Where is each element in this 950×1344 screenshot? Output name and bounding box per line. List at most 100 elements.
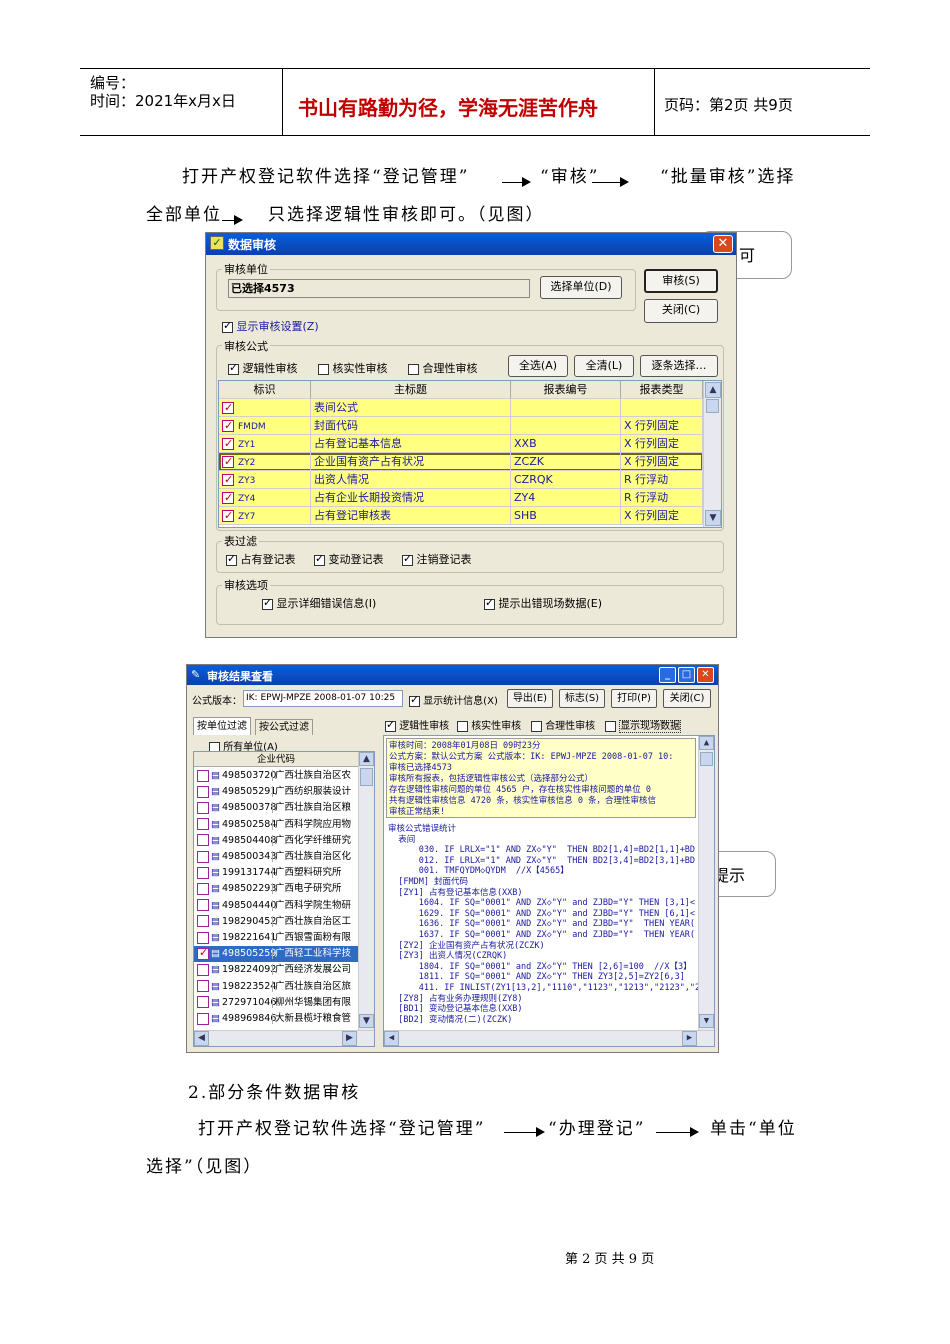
row-checkbox[interactable] [222,399,234,416]
row-checkbox[interactable] [222,489,234,506]
r-logic-row[interactable]: 逻辑性审核 [385,717,449,732]
log-scroll-down-icon[interactable]: ▼ [699,1014,714,1028]
list-item[interactable]: ▤ 498504408广西化学纤维研究 [194,833,358,849]
scroll-thumb[interactable] [706,399,719,413]
show-settings-checkbox[interactable] [222,319,233,333]
unit-checkbox[interactable] [197,818,209,831]
r-logic-checkbox[interactable] [385,718,396,732]
list-item[interactable]: ▤ 198221641广西银雪面粉有限 [194,930,358,946]
opt-detail-checkbox[interactable] [262,596,273,610]
unit-checkbox[interactable] [197,850,209,863]
table-row[interactable]: ZY1 占有登记基本信息XXBX 行列固定 [219,435,703,453]
unit-checkbox[interactable] [197,931,209,944]
show-settings-row[interactable]: 显示审核设置(Z) [222,318,319,334]
select-all-button[interactable]: 全选(A) [508,355,568,377]
opt-detail-row[interactable]: 显示详细错误信息(I) [262,595,376,611]
unit-checkbox[interactable] [197,801,209,814]
list-item[interactable]: ▤ 198290452广西壮族自治区工 [194,914,358,930]
close-icon[interactable]: ✕ [697,667,714,683]
formula-version-field[interactable]: IK: EPWJ-MPZE 2008-01-07 10:25 [243,690,403,707]
unit-checkbox[interactable] [197,899,209,912]
reason-check-row[interactable]: 合理性审核 [408,360,478,376]
list-item[interactable]: ▤ 498505291广西纺织服装设计 [194,784,358,800]
list-scroll-left-icon[interactable]: ◀ [194,1031,209,1046]
unit-checkbox[interactable] [197,769,209,782]
unit-checkbox[interactable] [197,785,209,798]
close-button[interactable]: 关闭(C) [663,689,711,708]
row-checkbox[interactable] [222,471,234,488]
r-reason-row[interactable]: 合理性审核 [531,717,595,732]
logic-checkbox[interactable] [228,361,239,375]
maximize-icon[interactable]: □ [678,667,695,683]
table-row[interactable]: ZY3 出资人情况CZRQKR 行浮动 [219,471,703,489]
unit-checkbox[interactable] [197,915,209,928]
formula-table-scrollbar[interactable]: ▲ ▼ [703,381,721,527]
list-item[interactable]: ▤ 498504440广西科学院生物研 [194,898,358,914]
unit-checkbox[interactable] [197,996,209,1009]
table-row[interactable]: FMDM 封面代码 X 行列固定 [219,417,703,435]
list-scroll-right-icon[interactable]: ▶ [342,1031,357,1046]
log-scroll-right-icon[interactable]: ▶ [682,1031,697,1046]
list-item[interactable]: ▤ 498500378广西壮族自治区粮 [194,800,358,816]
r-real-checkbox[interactable] [457,720,468,732]
clear-all-button[interactable]: 全清(L) [574,355,634,377]
show-stats-row[interactable]: 显示统计信息(X) [409,692,498,707]
list-scroll-down-icon[interactable]: ▼ [359,1014,374,1028]
tab-by-formula[interactable]: 按公式过滤 [255,719,313,735]
list-item[interactable]: ▤ 498500343广西壮族自治区化 [194,849,358,865]
table-row[interactable]: ZY7 占有登记审核表SHBX 行列固定 [219,507,703,525]
logic-check-row[interactable]: 逻辑性审核 [228,360,298,376]
row-checkbox[interactable] [222,453,234,470]
list-item[interactable]: ▤ 498969846大新县榄圩粮食管 [194,1011,358,1027]
table-row[interactable]: ZY4占有企业长期投资情况ZY4R 行浮动 [219,489,703,507]
filter-cancel-checkbox[interactable] [402,552,413,566]
row-checkbox[interactable] [222,417,234,434]
real-check-row[interactable]: 核实性审核 [318,360,388,376]
unit-checkbox[interactable] [197,866,209,879]
unit-list-vscroll[interactable]: ▲ ▼ [358,752,374,1030]
filter-change-checkbox[interactable] [314,552,325,566]
unit-checkbox[interactable] [197,963,209,976]
unit-list-hscroll[interactable]: ◀ ▶ [194,1030,374,1046]
scroll-up-icon[interactable]: ▲ [705,382,721,398]
print-button[interactable]: 打印(P) [611,689,657,708]
table-row[interactable]: 表间公式 [219,399,703,417]
list-item[interactable]: ▤ 498502584广西科学院应用物 [194,817,358,833]
audit-button[interactable]: 审核(S) [644,269,718,293]
list-item[interactable]: ▤ 498503720广西壮族自治区农 [194,768,358,784]
opt-site-row[interactable]: 提示出错现场数据(E) [484,595,602,611]
log-hscroll[interactable]: ◀ ▶ [384,1030,714,1046]
r-site-checkbox[interactable] [605,720,616,732]
list-item[interactable]: ▤ 198223524广西壮族自治区旅 [194,979,358,995]
table-row[interactable]: ZY2 企业国有资产占有状况ZCZKX 行列固定 [219,453,703,471]
unit-checkbox[interactable] [197,1012,209,1025]
list-item[interactable]: ▤ 199131744广西塑料研究所 [194,865,358,881]
close-button[interactable]: 关闭(C) [644,299,718,323]
list-scroll-thumb[interactable] [360,768,373,786]
filter-occupy-checkbox[interactable] [226,552,237,566]
select-unit-button[interactable]: 选择单位(D) [540,276,622,299]
unit-checkbox[interactable] [197,882,209,895]
log-scroll-thumb[interactable] [700,752,713,766]
unit-checkbox[interactable] [197,834,209,847]
show-stats-checkbox[interactable] [409,693,420,707]
minimize-icon[interactable]: _ [659,667,676,683]
close-icon[interactable]: ✕ [713,235,733,253]
list-item[interactable]: ▤ 198224092广西经济发展公司 [194,962,358,978]
log-scroll-up-icon[interactable]: ▲ [699,736,714,750]
log-vscroll[interactable]: ▲ ▼ [698,736,714,1030]
filter-occupy-row[interactable]: 占有登记表 [226,551,296,567]
r-real-row[interactable]: 核实性审核 [457,717,521,732]
scroll-down-icon[interactable]: ▼ [705,510,721,526]
list-scroll-up-icon[interactable]: ▲ [359,752,374,766]
tab-by-unit[interactable]: 按单位过滤 [193,717,251,735]
filter-change-row[interactable]: 变动登记表 [314,551,384,567]
unit-checkbox[interactable] [197,980,209,993]
filter-cancel-row[interactable]: 注销登记表 [402,551,472,567]
opt-site-checkbox[interactable] [484,596,495,610]
export-button[interactable]: 导出(E) [507,689,553,708]
list-item[interactable]: ▤ 498502293广西电子研究所 [194,881,358,897]
select-each-button[interactable]: 逐条选择… [640,355,718,377]
real-checkbox[interactable] [318,363,329,375]
r-reason-checkbox[interactable] [531,720,542,732]
